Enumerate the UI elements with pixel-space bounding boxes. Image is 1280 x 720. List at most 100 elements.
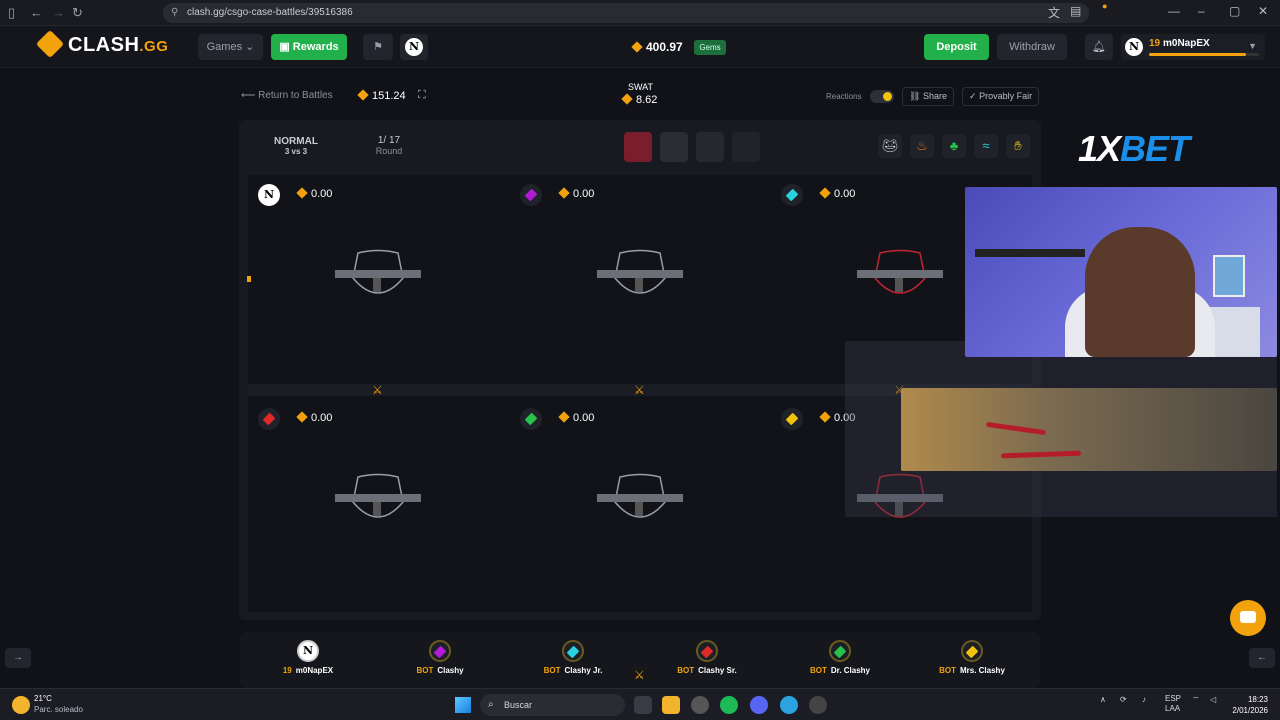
deposit-button[interactable]: Deposit — [924, 34, 989, 60]
discord-icon[interactable] — [750, 696, 768, 714]
games-dropdown[interactable]: Games ⌄ — [198, 34, 263, 60]
player-card[interactable]: BOT Dr. Clashy — [780, 640, 900, 675]
gem-icon — [700, 645, 714, 659]
battle-cost-value: 151.24 — [372, 90, 406, 102]
sponsor-b: BET — [1120, 128, 1190, 169]
reactions-toggle[interactable] — [870, 90, 894, 103]
reaction-fire-icon[interactable]: ♨ — [910, 134, 934, 158]
rewards-button[interactable]: ▣ Rewards — [271, 34, 347, 60]
weather-sun-icon[interactable] — [12, 696, 30, 714]
mic-icon[interactable]: ♪ — [1142, 695, 1146, 704]
user-name: m0NapEX — [1163, 38, 1210, 49]
profile-avatar-button[interactable]: N — [400, 34, 428, 60]
case-thumbnail[interactable] — [660, 132, 688, 162]
avatar-letter: N — [299, 642, 317, 660]
expand-right-button[interactable]: ← — [1249, 648, 1275, 668]
return-label: Return to Battles — [258, 90, 333, 101]
knife-graphic — [985, 421, 1047, 436]
reaction-wave-icon[interactable]: ≈ — [974, 134, 998, 158]
player-card[interactable]: BOT Clashy Sr. — [647, 640, 767, 675]
file-explorer-icon[interactable] — [662, 696, 680, 714]
gem-avatar — [429, 640, 451, 662]
volume-icon[interactable]: ◁ — [1210, 695, 1216, 704]
browser-icon[interactable] — [691, 696, 709, 714]
reload-icon[interactable]: ↻ — [72, 5, 83, 21]
task-view-icon[interactable] — [634, 696, 652, 714]
taskbar-clock[interactable]: 18:23 2/01/2026 — [1228, 694, 1268, 716]
coin-icon — [296, 411, 308, 423]
flag-button[interactable]: ⚑ — [363, 34, 393, 60]
case-price: 8.62 — [621, 93, 658, 106]
spotify-icon[interactable] — [720, 696, 738, 714]
reaction-clover-icon[interactable]: ♣ — [942, 134, 966, 158]
reaction-pray-icon[interactable]: ✋︎ — [1006, 134, 1030, 158]
user-level: 19 — [1149, 38, 1161, 49]
coin-icon — [819, 187, 831, 199]
forward-icon[interactable]: → — [52, 5, 65, 20]
player-name: Dr. Clashy — [830, 666, 871, 675]
coin-icon — [296, 187, 308, 199]
notifications-button[interactable]: 🔔︎ — [1085, 34, 1113, 60]
taskbar-search[interactable]: ⌕ Buscar — [480, 694, 625, 716]
reaction-pepe-icon[interactable]: 🐸︎ — [878, 134, 902, 158]
player-card[interactable]: N 19 m0NapEX — [248, 640, 368, 675]
expand-left-button[interactable]: → — [5, 648, 31, 668]
background-picture — [1213, 255, 1245, 297]
player-card[interactable]: BOT Mrs. Clashy — [912, 640, 1032, 675]
microphone-arm — [975, 249, 1085, 257]
knife-graphic — [1000, 450, 1082, 459]
slot-total-value: 0.00 — [573, 412, 595, 424]
start-icon[interactable] — [455, 697, 471, 713]
sidebar-toggle-icon[interactable]: ▯ — [8, 5, 15, 21]
minimize-icon[interactable]: — — [1168, 4, 1180, 18]
site-info-icon[interactable]: ⚲ — [171, 3, 178, 23]
player-name: Clashy — [437, 666, 464, 675]
tray-chevron-icon[interactable]: ∧ — [1100, 695, 1106, 704]
rewards-label: Rewards — [292, 41, 339, 53]
sync-icon[interactable]: ⟳ — [1120, 695, 1127, 704]
case-thumbnail[interactable] — [732, 132, 760, 162]
fullscreen-icon[interactable]: ⛶ — [418, 89, 426, 102]
coin-icon — [357, 89, 369, 101]
case-thumbnail[interactable] — [696, 132, 724, 162]
user-menu[interactable]: N 19 m0NapEX ▼ — [1121, 34, 1265, 60]
sponsor-a: 1X — [1078, 128, 1121, 169]
case-thumbnail[interactable] — [624, 132, 652, 162]
avatar: N — [260, 186, 278, 204]
translate-icon[interactable]: 文 — [1048, 4, 1060, 21]
gem-icon — [433, 645, 447, 659]
close-icon[interactable]: ✕ — [1258, 4, 1268, 18]
coin-icon — [621, 93, 633, 105]
gems-badge[interactable]: Gems — [694, 40, 726, 55]
chat-support-button[interactable] — [1230, 600, 1266, 636]
avatar: N — [297, 640, 319, 662]
return-to-battles-link[interactable]: ⟵ Return to Battles — [241, 90, 333, 101]
crossed-swords-icon: ⚔ — [634, 383, 645, 397]
balance-value: 400.97 — [646, 40, 683, 54]
share-button[interactable]: ⛓ Share — [902, 87, 954, 106]
back-icon[interactable]: ← — [30, 5, 43, 20]
player-card[interactable]: BOT Clashy Jr. — [513, 640, 633, 675]
provably-fair-button[interactable]: ✓ Provably Fair — [962, 87, 1040, 106]
player-gem-slot — [520, 184, 542, 206]
chevron-down-icon: ⌄ — [245, 41, 255, 53]
minimize-window-icon[interactable]: – — [1198, 4, 1205, 18]
round-counter: 1/ 17 Round — [369, 135, 409, 156]
coin-icon — [558, 411, 570, 423]
gem-icon — [262, 412, 276, 426]
player-name: Clashy Jr. — [564, 666, 603, 675]
player-gem-slot — [781, 408, 803, 430]
player-gem-slot — [781, 184, 803, 206]
withdraw-button[interactable]: Withdraw — [997, 34, 1067, 60]
site-logo[interactable]: CLASH.GG — [35, 29, 168, 59]
crossed-swords-icon: ⚔ — [372, 383, 383, 397]
language-indicator[interactable]: ESP LAA — [1165, 694, 1181, 714]
address-bar[interactable]: ⚲ clash.gg/csgo-case-battles/39516386 — [163, 3, 1089, 23]
player-card[interactable]: BOT Clashy — [380, 640, 500, 675]
wifi-icon[interactable]: ⌔ — [1192, 695, 1200, 705]
reader-icon[interactable]: ▤ — [1070, 4, 1081, 18]
maximize-icon[interactable]: ▢ — [1229, 4, 1240, 18]
steam-icon[interactable] — [809, 696, 827, 714]
case-price-value: 8.62 — [636, 94, 658, 106]
telegram-icon[interactable] — [780, 696, 798, 714]
